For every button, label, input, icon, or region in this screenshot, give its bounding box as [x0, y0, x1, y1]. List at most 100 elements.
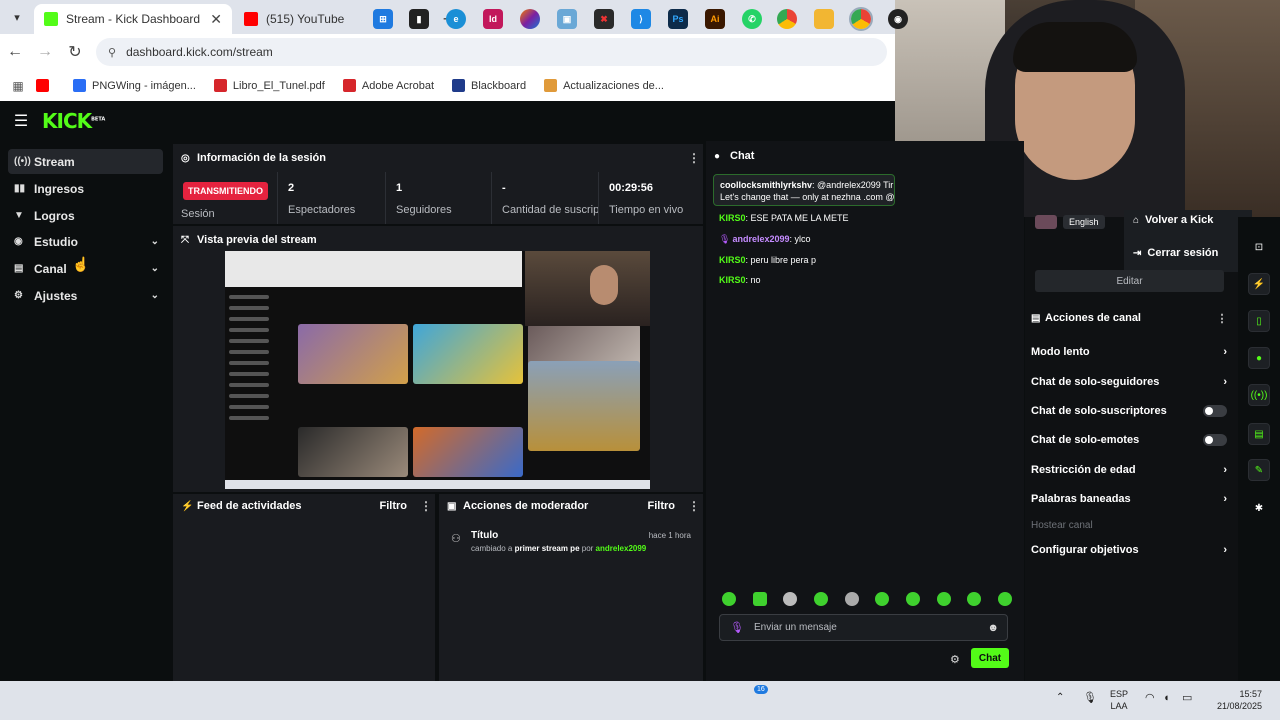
pinned-message[interactable]: coollocksmithlyrkshv: @andrelex2099 Tir L…	[713, 174, 895, 206]
followers-only-row[interactable]: Chat de solo-seguidores ›	[1031, 373, 1227, 391]
reload-icon[interactable]: ↻	[60, 42, 90, 62]
bookmark-item[interactable]: Actualizaciones de...	[544, 79, 664, 92]
chat-message-input[interactable]: 🎙 Enviar un mensaje ☻	[719, 614, 1008, 641]
emote-icon[interactable]	[752, 592, 767, 606]
wifi-icon[interactable]: ◠	[1145, 692, 1155, 704]
browser-tab-youtube[interactable]: (515) YouTube ✕	[234, 4, 432, 34]
viewers-count: 2	[288, 182, 295, 194]
bookmark-item[interactable]: PNGWing - imágen...	[73, 79, 196, 92]
emote-icon[interactable]	[997, 592, 1012, 606]
emote-icon[interactable]	[844, 592, 859, 606]
bookmark-item[interactable]: Adobe Acrobat	[342, 79, 435, 92]
capcut-icon[interactable]: ✖	[594, 9, 614, 29]
bookmark-youtube[interactable]	[36, 79, 55, 92]
windows-start-icon[interactable]: ⊞	[373, 9, 393, 29]
age-restriction-row[interactable]: Restricción de edad ›	[1031, 461, 1227, 479]
emote-icon[interactable]	[936, 592, 951, 606]
emote-icon[interactable]	[967, 592, 982, 606]
emote-icon[interactable]	[875, 592, 890, 606]
volume-icon[interactable]: ◖	[1163, 692, 1170, 704]
emotes-only-toggle[interactable]	[1203, 434, 1227, 446]
file-explorer-icon[interactable]	[814, 9, 834, 29]
sidebar-item-estudio[interactable]: ◉ Estudio ⌄	[8, 229, 163, 254]
close-tab-icon[interactable]: ✕	[210, 11, 222, 28]
bookmark-item[interactable]: Blackboard	[452, 79, 526, 92]
chat-bubble-icon[interactable]: ●	[1248, 347, 1270, 369]
wrench-icon[interactable]: ✎	[1248, 459, 1270, 481]
chevron-down-icon[interactable]: ⌄	[151, 290, 159, 301]
chat-send-button[interactable]: Chat	[971, 648, 1009, 668]
lightning-icon[interactable]: ⚡	[1248, 273, 1270, 295]
configure-goals-row[interactable]: Configurar objetivos ›	[1031, 541, 1227, 559]
radio-icon[interactable]: ((•))	[1248, 384, 1270, 406]
bookmark-label: Libro_El_Tunel.pdf	[232, 79, 325, 92]
emote-icon[interactable]	[813, 592, 828, 606]
edge-icon[interactable]: e	[446, 9, 466, 29]
browser-tab-kick[interactable]: Stream - Kick Dashboard ✕	[34, 4, 232, 34]
more-options-icon[interactable]: ⋮	[685, 499, 703, 513]
emoji-icon[interactable]: ☻	[987, 622, 999, 634]
puzzle-icon[interactable]: ✱	[1248, 497, 1270, 519]
edit-button[interactable]: Editar	[1035, 270, 1224, 292]
url-field[interactable]: ⚲ dashboard.kick.com/stream	[96, 38, 887, 66]
chevron-down-icon[interactable]: ⌄	[151, 263, 159, 274]
chat-message: KIRS0: no	[719, 275, 761, 285]
tray-chevron-icon[interactable]: ⌃	[1056, 692, 1064, 704]
site-info-icon[interactable]: ⚲	[108, 46, 116, 59]
chevron-down-icon[interactable]: ⌄	[151, 236, 159, 247]
apps-grid-icon[interactable]: ▦	[10, 79, 26, 93]
studio-icon: ◉	[14, 236, 23, 247]
sidebar-item-ingresos[interactable]: ▮▮ Ingresos	[8, 176, 163, 201]
hamburger-menu-icon[interactable]: ☰	[0, 111, 42, 131]
sidebar-item-stream[interactable]: ((•)) Stream	[8, 149, 163, 174]
slow-mode-row[interactable]: Modo lento ›	[1031, 343, 1227, 361]
panel-title: Chat	[730, 150, 755, 162]
more-options-icon[interactable]: ⋮	[1214, 312, 1230, 325]
vscode-icon[interactable]: ⟩	[631, 9, 651, 29]
filter-button[interactable]: Filtro	[648, 500, 676, 512]
mod-user-link[interactable]: andrelex2099	[596, 544, 647, 553]
system-clock[interactable]: 15:57 21/08/2025	[1212, 688, 1262, 712]
tab-search-icon[interactable]: ▾	[0, 0, 34, 34]
filter-button[interactable]: Filtro	[380, 500, 408, 512]
mic-tray-icon[interactable]: 🎙	[1083, 692, 1097, 704]
logout-menu-item[interactable]: ⇥ Cerrar sesión	[1133, 247, 1218, 259]
keyboard-language[interactable]: ESP LAA	[1110, 688, 1128, 712]
subscribers-only-row: Chat de solo-suscriptores	[1031, 402, 1227, 420]
avatar[interactable]	[1035, 215, 1057, 229]
stat-label: Sesión	[181, 208, 215, 220]
sidebar-item-ajustes[interactable]: ⚙ Ajustes ⌄	[8, 283, 163, 308]
emote-icon[interactable]	[722, 592, 736, 606]
emote-icon[interactable]	[905, 592, 920, 606]
more-options-icon[interactable]: ⋮	[685, 151, 703, 165]
sidebar-item-logros[interactable]: ▼ Logros	[8, 203, 163, 228]
subscribers-only-toggle[interactable]	[1203, 405, 1227, 417]
chat-settings-icon[interactable]: ⚙	[950, 653, 960, 666]
banned-words-row[interactable]: Palabras baneadas ›	[1031, 490, 1227, 508]
panel-title: Feed de actividades	[197, 500, 302, 512]
chrome-icon[interactable]	[777, 9, 797, 29]
copilot-icon[interactable]	[520, 9, 540, 29]
emote-icon[interactable]	[783, 592, 798, 606]
language-badge[interactable]: English	[1063, 215, 1105, 229]
task-view-icon[interactable]: ▮	[409, 9, 429, 29]
chat-popout-icon[interactable]: ⊡	[1248, 236, 1270, 258]
layout-icon[interactable]: ▤	[1248, 423, 1270, 445]
indesign-icon[interactable]: Id	[483, 9, 503, 29]
illustrator-icon[interactable]: Ai	[705, 9, 725, 29]
bookmark-label: Adobe Acrobat	[361, 79, 435, 92]
whatsapp-icon[interactable]: ✆	[742, 9, 762, 29]
kick-logo[interactable]: KICKBETA	[42, 109, 105, 133]
back-to-kick-menu-item[interactable]: ⌂ Volver a Kick	[1133, 214, 1213, 226]
forward-icon[interactable]: →	[30, 43, 60, 61]
more-options-icon[interactable]: ⋮	[417, 499, 435, 513]
bookmark-item[interactable]: Libro_El_Tunel.pdf	[213, 79, 325, 92]
photoshop-icon[interactable]: Ps	[668, 9, 688, 29]
chrome-active-icon[interactable]	[849, 7, 873, 31]
battery-icon[interactable]: ▭	[1182, 692, 1192, 704]
obs-icon[interactable]: ◉	[888, 9, 908, 29]
stream-preview-video[interactable]	[225, 251, 650, 489]
snipping-tool-icon[interactable]: ▣	[557, 9, 577, 29]
back-icon[interactable]: ←	[0, 43, 30, 61]
clipboard-icon[interactable]: ▯	[1248, 310, 1270, 332]
